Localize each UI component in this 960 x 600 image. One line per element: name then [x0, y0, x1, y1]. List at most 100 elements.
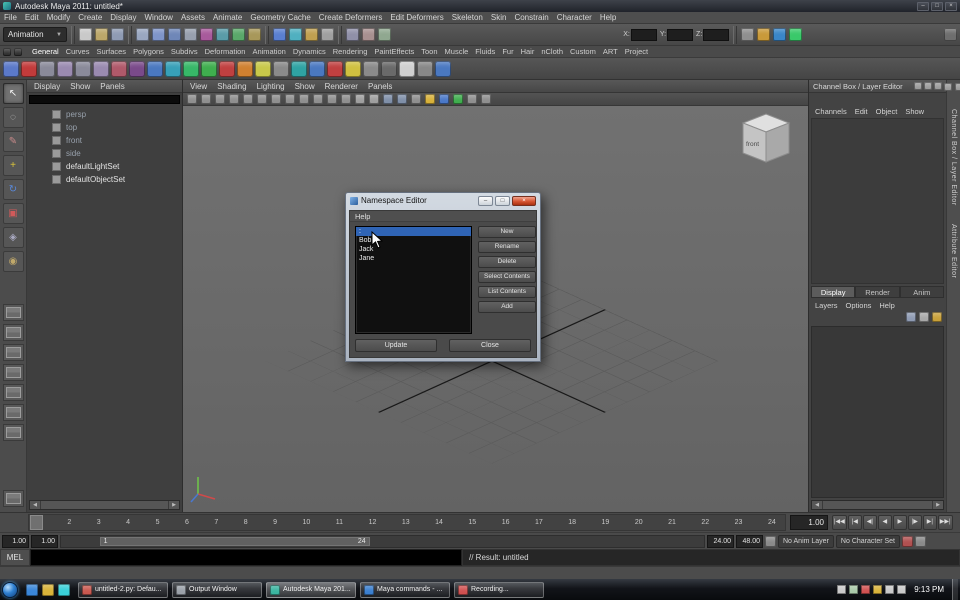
field-chart-icon[interactable]	[313, 94, 323, 104]
coordinate-input[interactable]	[703, 28, 730, 41]
new-layer-from-selected-icon[interactable]	[932, 312, 942, 322]
sculpt-geometry-icon[interactable]	[399, 60, 415, 77]
shelf-tab[interactable]: Muscle	[445, 47, 469, 56]
film-gate-icon[interactable]	[271, 94, 281, 104]
animation-end-field[interactable]: 48.00	[736, 534, 763, 548]
show-hidden-icons-icon[interactable]	[837, 585, 847, 594]
separator[interactable]	[71, 25, 75, 44]
soft-modification-tool[interactable]: ◉	[2, 251, 24, 272]
start-button[interactable]	[2, 581, 18, 598]
birail-icon[interactable]	[183, 60, 199, 77]
paint-effects-icon[interactable]	[417, 60, 433, 77]
play-forwards-button[interactable]: ▶	[892, 515, 907, 530]
timeline-tick[interactable]: 5	[156, 519, 160, 526]
select-contents-button[interactable]: Select Contents	[478, 271, 536, 283]
input-connections-icon[interactable]	[346, 28, 359, 41]
revolve-icon[interactable]	[111, 60, 127, 77]
menubar-item[interactable]: Window	[145, 13, 173, 22]
camera-attributes-icon[interactable]	[215, 94, 225, 104]
window-maximize-button[interactable]: □	[931, 1, 943, 11]
persp-graph-layout-button[interactable]	[2, 404, 24, 421]
close-dialog-button[interactable]: Close	[449, 339, 531, 352]
separator[interactable]	[338, 25, 342, 44]
timeline-tick[interactable]: 17	[535, 519, 543, 526]
scroll-thumb[interactable]	[823, 501, 932, 509]
extrude-icon[interactable]	[165, 60, 181, 77]
layer-editor-menu-item[interactable]: Options	[846, 301, 872, 310]
outliner-item[interactable]: top	[27, 121, 181, 134]
antivirus-icon[interactable]	[861, 585, 871, 594]
gate-mask-icon[interactable]	[299, 94, 309, 104]
timeline-tick[interactable]: 18	[568, 519, 576, 526]
exposure-icon[interactable]	[453, 94, 463, 104]
mask-rendering-icon[interactable]	[248, 28, 261, 41]
rotate-tool[interactable]: ↻	[2, 179, 24, 200]
view-cube[interactable]: front	[739, 110, 793, 168]
timeline-tick[interactable]: 6	[185, 519, 189, 526]
selection-mask-icon[interactable]	[184, 28, 197, 41]
collapse-statusline-icon[interactable]	[944, 28, 957, 41]
shelf-tab[interactable]: Subdivs	[171, 47, 198, 56]
delete-button[interactable]: Delete	[478, 256, 536, 268]
safe-title-icon[interactable]	[341, 94, 351, 104]
menubar-item[interactable]: Modify	[47, 13, 71, 22]
snap-to-curve-icon[interactable]	[289, 28, 302, 41]
pencil-curve-icon[interactable]	[75, 60, 91, 77]
coordinate-field[interactable]: Z:	[696, 28, 730, 41]
shelf-tab[interactable]: Polygons	[133, 47, 164, 56]
timeline-tick[interactable]: 15	[468, 519, 476, 526]
dialog-help-menu[interactable]: Help	[355, 212, 370, 221]
dialog-minimize-button[interactable]: –	[478, 195, 493, 206]
menubar-item[interactable]: Character	[557, 13, 592, 22]
safe-action-icon[interactable]	[327, 94, 337, 104]
separator[interactable]	[128, 25, 132, 44]
timeline-tick[interactable]: 9	[273, 519, 277, 526]
mask-faces-icon[interactable]	[232, 28, 245, 41]
media-player-icon[interactable]	[58, 583, 70, 596]
menubar-item[interactable]: File	[4, 13, 17, 22]
menubar-item[interactable]: Geometry Cache	[250, 13, 310, 22]
timeline-tick[interactable]: 23	[735, 519, 743, 526]
viewport-menu-item[interactable]: Lighting	[257, 82, 285, 91]
scroll-thumb[interactable]	[41, 501, 168, 509]
volume-icon[interactable]	[897, 585, 907, 594]
task-untitled-py[interactable]: untitled-2.py: Defau...	[78, 581, 168, 598]
menubar-item[interactable]: Edit Deformers	[390, 13, 443, 22]
layer-editor-menu-item[interactable]: Help	[879, 301, 894, 310]
shelf-tab[interactable]: ART	[603, 47, 618, 56]
menubar-item[interactable]: Edit	[25, 13, 39, 22]
panel-vertical-tab[interactable]: Channel Box / Layer Editor	[950, 109, 957, 206]
menubar-item[interactable]: Help	[600, 13, 616, 22]
shelf-tab[interactable]: Deformation	[205, 47, 246, 56]
list-contents-button[interactable]: List Contents	[478, 286, 536, 298]
bookmarks-icon[interactable]	[229, 94, 239, 104]
channel-box-menu-item[interactable]: Object	[876, 107, 898, 116]
coordinate-field[interactable]: X:	[623, 28, 657, 41]
shelf-tab[interactable]: Custom	[570, 47, 596, 56]
separator[interactable]	[265, 25, 269, 44]
isolate-select-icon[interactable]	[425, 94, 435, 104]
time-slider-track[interactable]: 123456789101112131415161718192021222324	[28, 514, 786, 531]
scale-tool[interactable]: ▣	[2, 203, 24, 224]
current-time-field[interactable]: 1.00	[790, 515, 828, 530]
new-scene-icon[interactable]	[79, 28, 92, 41]
outliner-item[interactable]: defaultLightSet	[27, 160, 181, 173]
render-globals-icon[interactable]	[435, 60, 451, 77]
help-icon[interactable]	[21, 60, 37, 77]
timeline-tick[interactable]: 4	[126, 519, 130, 526]
menubar-item[interactable]: Create Deformers	[319, 13, 383, 22]
timeline-tick[interactable]: 19	[602, 519, 610, 526]
output-connections-icon[interactable]	[362, 28, 375, 41]
rename-button[interactable]: Rename	[478, 241, 536, 253]
task-maya[interactable]: Autodesk Maya 201...	[266, 581, 356, 598]
internet-explorer-icon[interactable]	[26, 583, 38, 596]
menubar-item[interactable]: Constrain	[514, 13, 548, 22]
poly-plane-icon[interactable]	[273, 60, 289, 77]
curve-ep-tool-icon[interactable]	[57, 60, 73, 77]
scroll-left-icon[interactable]: ◀	[30, 501, 40, 509]
poly-cylinder-icon[interactable]	[255, 60, 271, 77]
taskbar-clock[interactable]: 9:13 PM	[914, 585, 944, 594]
playback-range-handle[interactable]: 1 24	[99, 536, 370, 546]
coordinate-input[interactable]	[630, 28, 657, 41]
timeline-tick[interactable]: 22	[701, 519, 709, 526]
